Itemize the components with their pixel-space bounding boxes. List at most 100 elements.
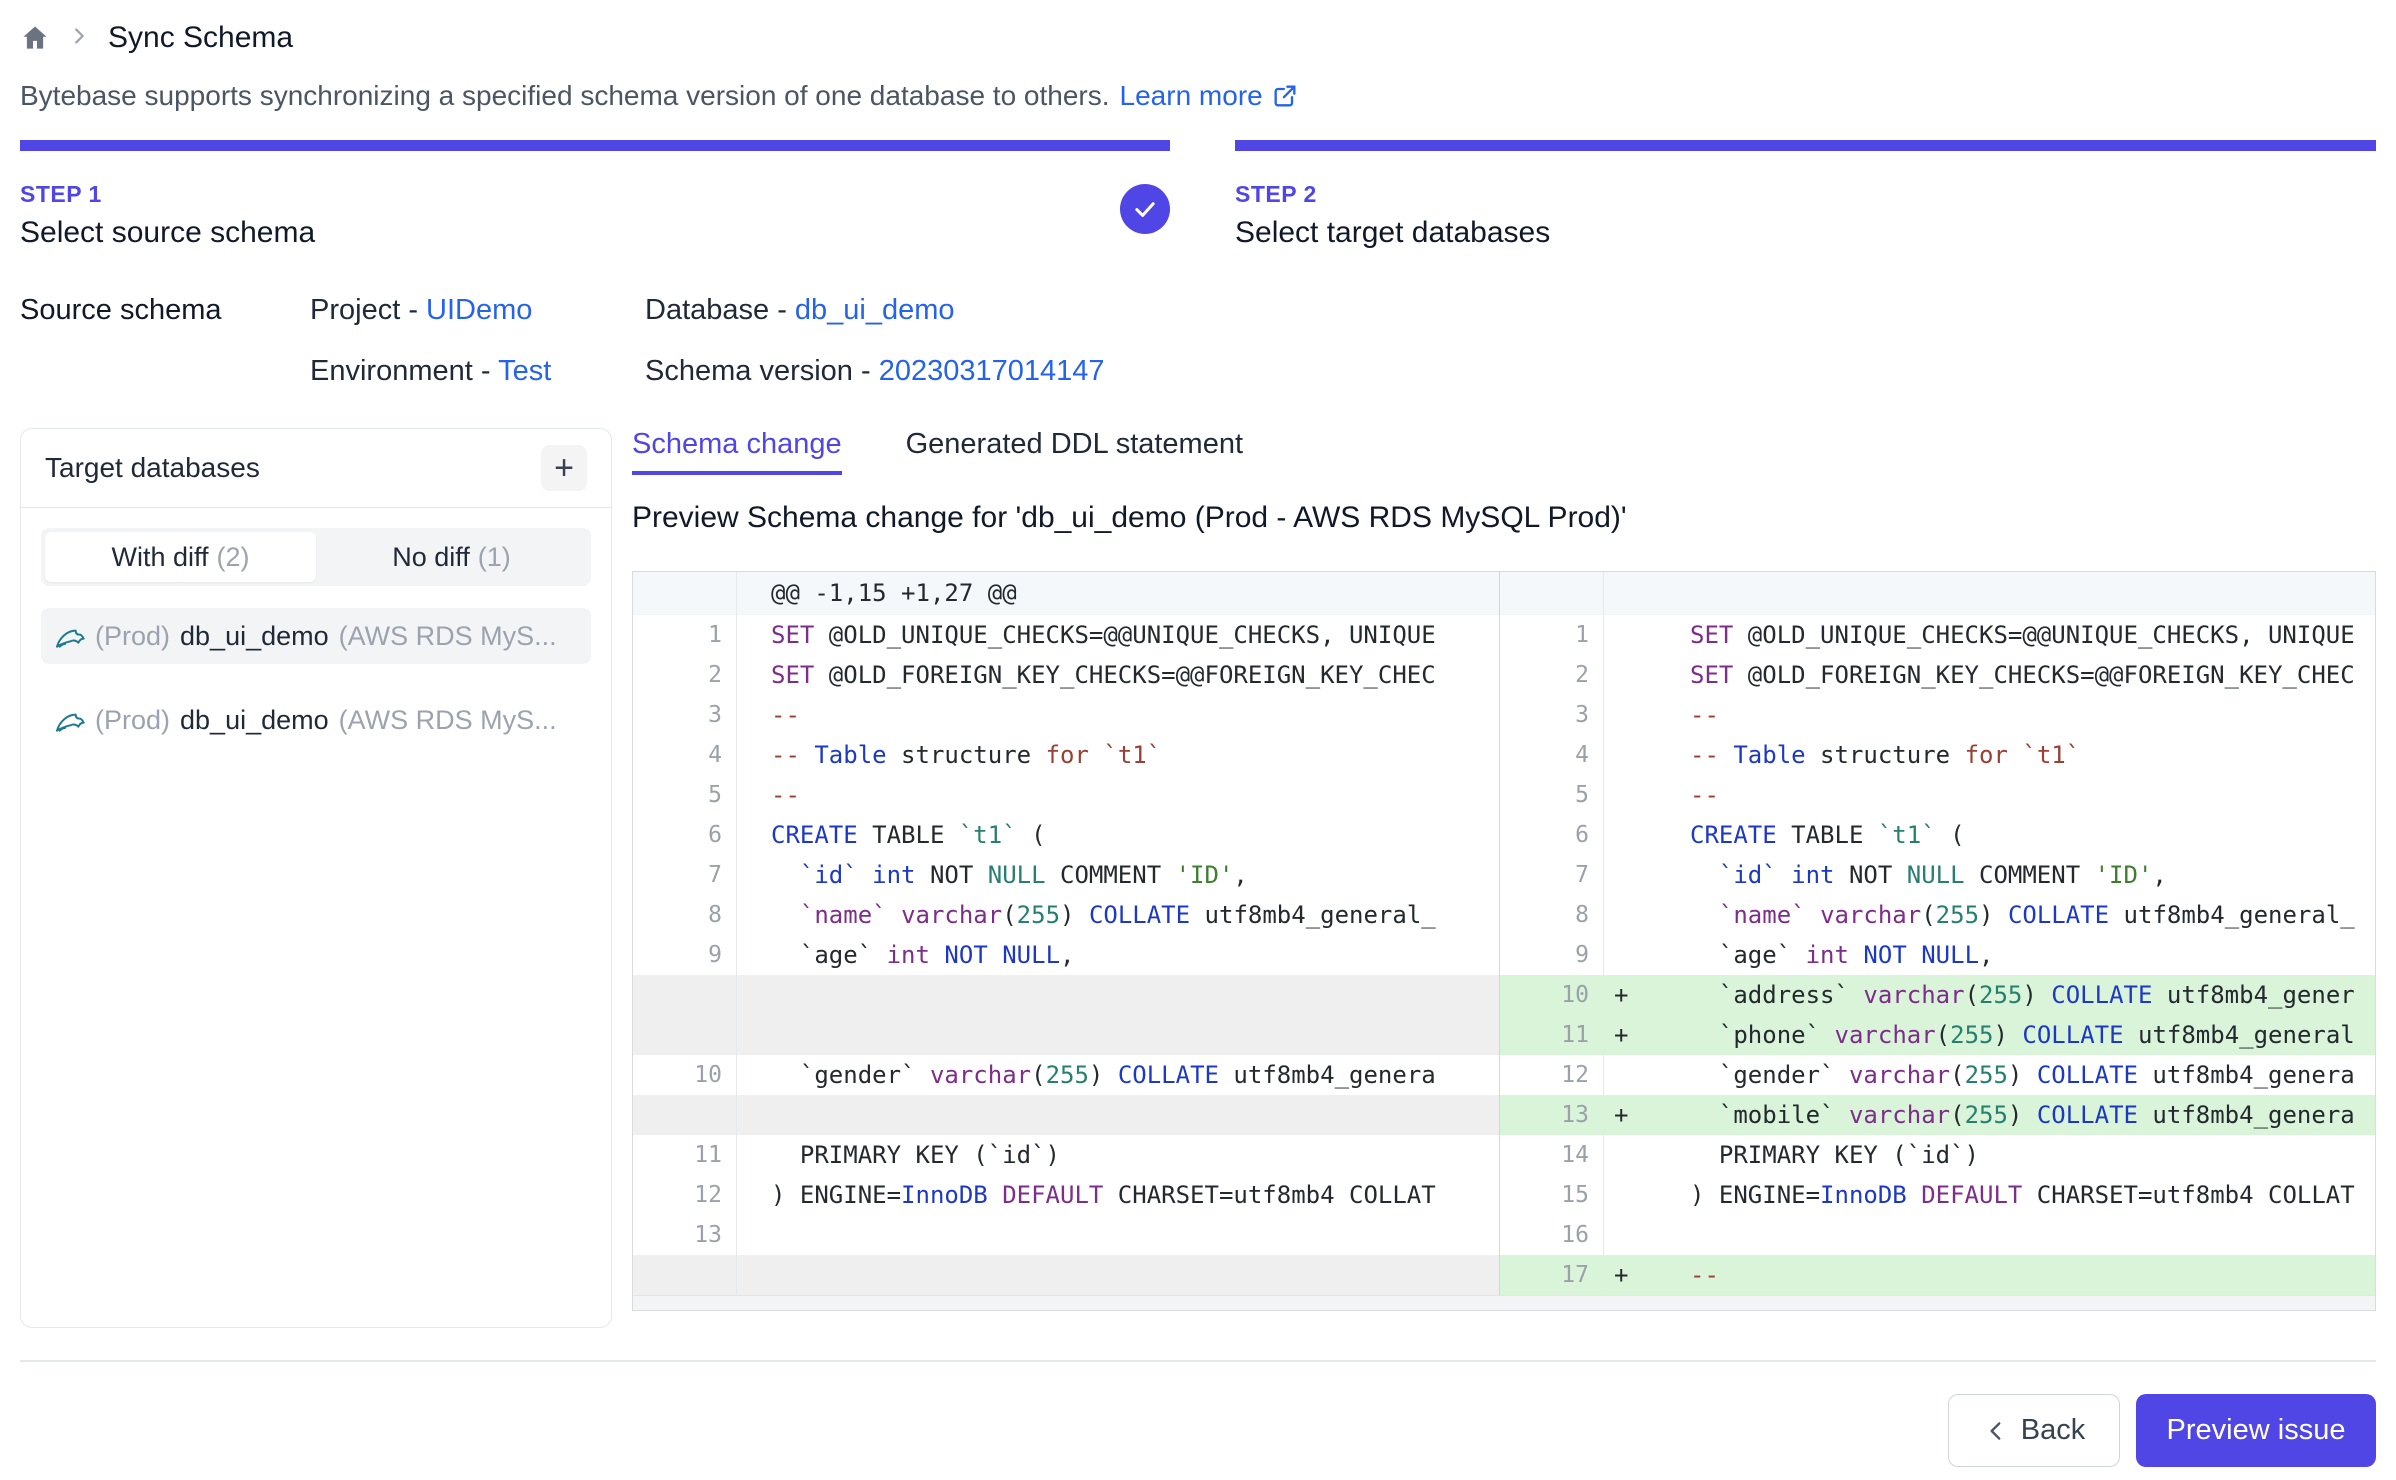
mysql-icon bbox=[53, 704, 85, 736]
line-number: 6 bbox=[633, 815, 737, 855]
target-database-item[interactable]: (Prod)db_ui_demo(AWS RDS MyS... bbox=[41, 692, 591, 748]
diff-filter-segmented-control: With diff (2) No diff (1) bbox=[41, 528, 591, 586]
code-line bbox=[737, 1015, 1499, 1055]
mysql-icon bbox=[53, 620, 85, 652]
code-line: + `phone` varchar(255) COLLATE utf8mb4_g… bbox=[1604, 1015, 2375, 1055]
target-diff-row: 10+ `address` varchar(255) COLLATE utf8m… bbox=[1500, 975, 2375, 1015]
code-line: PRIMARY KEY (`id`) bbox=[1604, 1135, 2375, 1175]
diff-horizontal-scrollbar[interactable] bbox=[633, 1295, 2375, 1310]
learn-more-link[interactable]: Learn more bbox=[1120, 80, 1299, 112]
preview-title: Preview Schema change for 'db_ui_demo (P… bbox=[632, 501, 2376, 535]
footer-divider bbox=[20, 1360, 2376, 1362]
tab-no-diff[interactable]: No diff (1) bbox=[316, 532, 587, 582]
line-number: 11 bbox=[633, 1135, 737, 1175]
code-line bbox=[737, 975, 1499, 1015]
diff-pane-target: 1SET @OLD_UNIQUE_CHECKS=@@UNIQUE_CHECKS,… bbox=[1499, 572, 2375, 1295]
code-line: `age` int NOT NULL, bbox=[737, 935, 1499, 975]
source-diff-row bbox=[633, 975, 1499, 1015]
source-diff-row: 7 `id` int NOT NULL COMMENT 'ID', bbox=[633, 855, 1499, 895]
line-number bbox=[633, 1095, 737, 1135]
wizard-steps: STEP 1 Select source schema STEP 2 Selec… bbox=[20, 140, 2376, 250]
target-diff-row: 16 bbox=[1500, 1215, 2375, 1255]
source-diff-row: 6CREATE TABLE `t1` ( bbox=[633, 815, 1499, 855]
line-number: 12 bbox=[633, 1175, 737, 1215]
line-number: 1 bbox=[633, 615, 737, 655]
schema-preview-area: Schema change Generated DDL statement Pr… bbox=[632, 428, 2376, 1328]
code-line: + `mobile` varchar(255) COLLATE utf8mb4_… bbox=[1604, 1095, 2375, 1135]
target-diff-row: 1SET @OLD_UNIQUE_CHECKS=@@UNIQUE_CHECKS,… bbox=[1500, 615, 2375, 655]
line-number: 7 bbox=[1500, 855, 1604, 895]
page-description: Bytebase supports synchronizing a specif… bbox=[20, 80, 2376, 112]
home-icon[interactable] bbox=[20, 23, 50, 53]
source-database: Database - db_ui_demo bbox=[645, 294, 2376, 327]
code-line: -- Table structure for `t1` bbox=[1604, 735, 2375, 775]
line-number: 9 bbox=[633, 935, 737, 975]
code-line: +-- bbox=[1604, 1255, 2375, 1295]
target-diff-row: 14 PRIMARY KEY (`id`) bbox=[1500, 1135, 2375, 1175]
tab-with-diff[interactable]: With diff (2) bbox=[45, 532, 316, 582]
source-diff-row: 3-- bbox=[633, 695, 1499, 735]
line-number: 12 bbox=[1500, 1055, 1604, 1095]
code-line: ) ENGINE=InnoDB DEFAULT CHARSET=utf8mb4 … bbox=[1604, 1175, 2375, 1215]
source-schema-version: Schema version - 20230317014147 bbox=[645, 355, 2376, 388]
source-diff-row bbox=[633, 1015, 1499, 1055]
target-diff-row: 9 `age` int NOT NULL, bbox=[1500, 935, 2375, 975]
preview-tabs: Schema change Generated DDL statement bbox=[632, 428, 2376, 475]
database-link[interactable]: db_ui_demo bbox=[795, 294, 955, 326]
description-text: Bytebase supports synchronizing a specif… bbox=[20, 80, 1110, 112]
line-number: 13 bbox=[633, 1215, 737, 1255]
db-name: db_ui_demo bbox=[180, 705, 329, 736]
target-database-list: (Prod)db_ui_demo(AWS RDS MyS...(Prod)db_… bbox=[41, 608, 591, 748]
source-diff-row: 4-- Table structure for `t1` bbox=[633, 735, 1499, 775]
page-title: Sync Schema bbox=[108, 21, 293, 55]
line-number: 15 bbox=[1500, 1175, 1604, 1215]
schema-diff-viewer[interactable]: @@ -1,15 +1,27 @@ 1SET @OLD_UNIQUE_CHECK… bbox=[632, 571, 2376, 1311]
source-diff-row: 12) ENGINE=InnoDB DEFAULT CHARSET=utf8mb… bbox=[633, 1175, 1499, 1215]
source-diff-row: 1SET @OLD_UNIQUE_CHECKS=@@UNIQUE_CHECKS,… bbox=[633, 615, 1499, 655]
preview-issue-button[interactable]: Preview issue bbox=[2136, 1394, 2376, 1467]
line-number: 8 bbox=[1500, 895, 1604, 935]
source-diff-row: 13 bbox=[633, 1215, 1499, 1255]
code-line: `name` varchar(255) COLLATE utf8mb4_gene… bbox=[1604, 895, 2375, 935]
source-schema-summary: Source schema Project - UIDemo Database … bbox=[20, 294, 2376, 388]
target-diff-row: 4-- Table structure for `t1` bbox=[1500, 735, 2375, 775]
target-diff-row: 15) ENGINE=InnoDB DEFAULT CHARSET=utf8mb… bbox=[1500, 1175, 2375, 1215]
source-diff-row: 5-- bbox=[633, 775, 1499, 815]
db-instance: (AWS RDS MyS... bbox=[339, 705, 557, 736]
target-diff-row: 17+-- bbox=[1500, 1255, 2375, 1295]
line-number bbox=[633, 1015, 737, 1055]
back-button[interactable]: Back bbox=[1948, 1394, 2120, 1467]
code-line: SET @OLD_UNIQUE_CHECKS=@@UNIQUE_CHECKS, … bbox=[1604, 615, 2375, 655]
source-schema-label: Source schema bbox=[20, 294, 310, 327]
project-link[interactable]: UIDemo bbox=[426, 294, 532, 326]
source-project: Project - UIDemo bbox=[310, 294, 645, 327]
target-databases-title: Target databases bbox=[45, 452, 260, 484]
target-database-item[interactable]: (Prod)db_ui_demo(AWS RDS MyS... bbox=[41, 608, 591, 664]
target-databases-body: With diff (2) No diff (1) (Prod)db_ui_de… bbox=[21, 508, 611, 768]
schema-version-link[interactable]: 20230317014147 bbox=[879, 355, 1105, 387]
source-spacer bbox=[20, 355, 310, 388]
diff-hunk-header: @@ -1,15 +1,27 @@ bbox=[633, 572, 1499, 615]
step-2-progress-bar bbox=[1235, 140, 2376, 151]
sync-schema-page: Sync Schema Bytebase supports synchroniz… bbox=[0, 0, 2396, 1467]
source-diff-row: 8 `name` varchar(255) COLLATE utf8mb4_ge… bbox=[633, 895, 1499, 935]
line-number: 7 bbox=[633, 855, 737, 895]
environment-link[interactable]: Test bbox=[498, 355, 551, 387]
code-line: -- Table structure for `t1` bbox=[737, 735, 1499, 775]
code-line: `age` int NOT NULL, bbox=[1604, 935, 2375, 975]
line-number: 8 bbox=[633, 895, 737, 935]
diff-pane-source: @@ -1,15 +1,27 @@ 1SET @OLD_UNIQUE_CHECK… bbox=[633, 572, 1499, 1295]
footer-actions: Back Preview issue bbox=[20, 1394, 2376, 1467]
add-target-database-button[interactable]: + bbox=[541, 445, 587, 491]
no-diff-count: (1) bbox=[478, 542, 511, 573]
code-line: PRIMARY KEY (`id`) bbox=[737, 1135, 1499, 1175]
code-line bbox=[737, 1255, 1499, 1295]
step-2-title: Select target databases bbox=[1235, 216, 2376, 250]
line-number bbox=[633, 1255, 737, 1295]
code-line: -- bbox=[737, 775, 1499, 815]
tab-generated-ddl[interactable]: Generated DDL statement bbox=[906, 428, 1243, 475]
target-diff-row: 2SET @OLD_FOREIGN_KEY_CHECKS=@@FOREIGN_K… bbox=[1500, 655, 2375, 695]
code-line: SET @OLD_FOREIGN_KEY_CHECKS=@@FOREIGN_KE… bbox=[1604, 655, 2375, 695]
db-instance: (AWS RDS MyS... bbox=[339, 621, 557, 652]
tab-schema-change[interactable]: Schema change bbox=[632, 428, 842, 475]
